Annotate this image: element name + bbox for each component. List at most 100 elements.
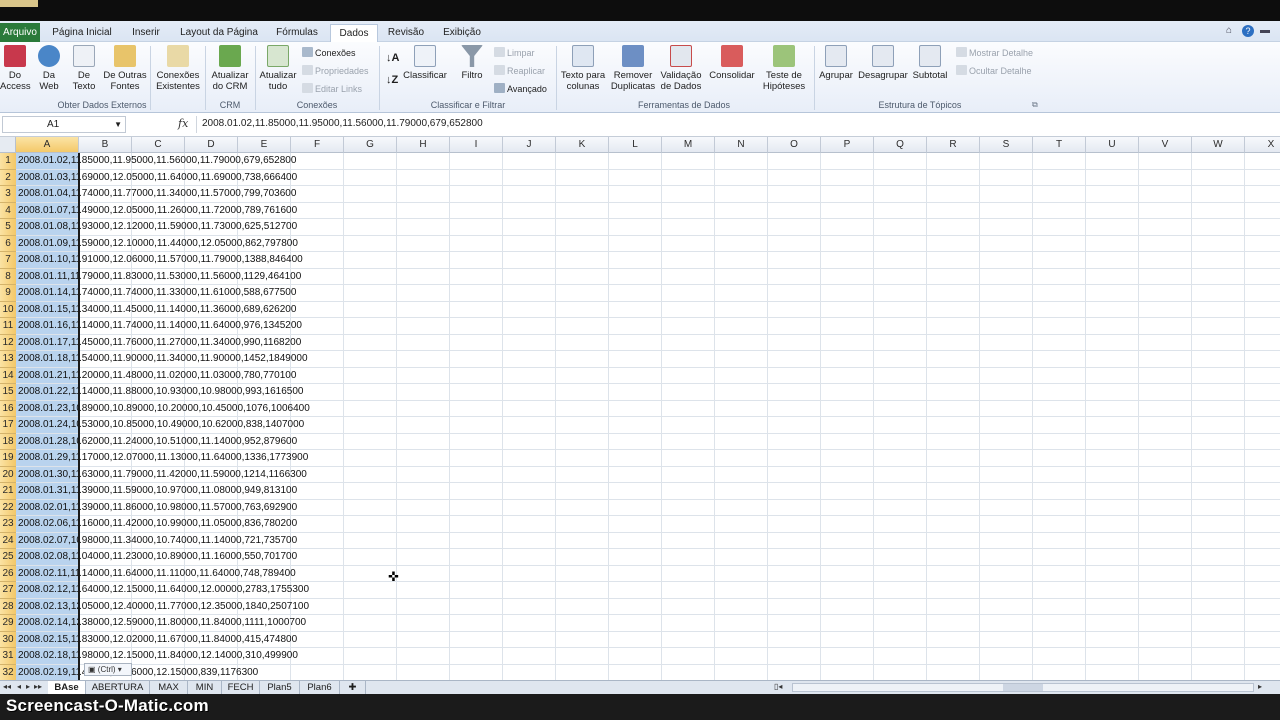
table-row[interactable]: 2008.01.23,10.89000,10.89000,10.20000,10…: [18, 401, 310, 417]
row-header[interactable]: 14: [0, 367, 16, 384]
window-minimize-icon[interactable]: ▬: [1260, 25, 1270, 36]
table-row[interactable]: 2008.01.21,11.20000,11.48000,11.02000,11…: [18, 368, 296, 384]
reapply-button[interactable]: Reaplicar: [494, 65, 545, 76]
update-crm-button[interactable]: Atualizar do CRM: [207, 45, 253, 92]
column-header-r[interactable]: R: [927, 137, 980, 153]
sort-za-icon[interactable]: ↓Z: [386, 74, 398, 86]
tab-inserir[interactable]: Inserir: [124, 24, 168, 42]
column-header-h[interactable]: H: [397, 137, 450, 153]
chevron-down-icon[interactable]: ▼: [114, 117, 122, 132]
column-header-l[interactable]: L: [609, 137, 662, 153]
show-detail-button[interactable]: Mostrar Detalhe: [956, 47, 1033, 58]
row-header[interactable]: 15: [0, 384, 16, 401]
minimize-ribbon-icon[interactable]: ⌂: [1226, 25, 1232, 36]
column-header-q[interactable]: Q: [874, 137, 927, 153]
table-row[interactable]: 2008.01.11,11.79000,11.83000,11.53000,11…: [18, 269, 301, 285]
from-web-button[interactable]: Da Web: [34, 45, 64, 92]
table-row[interactable]: 2008.01.18,11.54000,11.90000,11.34000,11…: [18, 351, 308, 367]
help-icon[interactable]: ?: [1242, 25, 1254, 37]
hide-detail-button[interactable]: Ocultar Detalhe: [956, 65, 1032, 76]
sheet-tab-plan6[interactable]: Plan6: [300, 681, 340, 694]
connections-button[interactable]: Conexões: [302, 47, 356, 58]
row-header[interactable]: 28: [0, 598, 16, 615]
row-header[interactable]: 20: [0, 466, 16, 483]
row-header[interactable]: 5: [0, 219, 16, 236]
tab-exibicao[interactable]: Exibição: [436, 24, 488, 42]
column-header-v[interactable]: V: [1139, 137, 1192, 153]
table-row[interactable]: 2008.02.06,11.16000,11.42000,10.99000,11…: [18, 516, 297, 532]
row-header[interactable]: 2: [0, 169, 16, 186]
from-access-button[interactable]: Do Access: [0, 45, 31, 92]
row-header[interactable]: 13: [0, 351, 16, 368]
next-sheet-icon[interactable]: ▸: [26, 682, 30, 691]
column-header-c[interactable]: C: [132, 137, 185, 153]
table-row[interactable]: 2008.01.28,10.62000,11.24000,10.51000,11…: [18, 434, 297, 450]
column-header-a[interactable]: A: [16, 137, 79, 153]
tab-layout[interactable]: Layout da Página: [174, 24, 264, 42]
column-header-g[interactable]: G: [344, 137, 397, 153]
table-row[interactable]: 2008.01.04,11.74000,11.77000,11.34000,11…: [18, 186, 296, 202]
horizontal-scrollbar[interactable]: [792, 683, 1254, 692]
consolidate-button[interactable]: Consolidar: [706, 45, 758, 81]
sheet-tab-fech[interactable]: FECH: [222, 681, 260, 694]
row-header[interactable]: 21: [0, 483, 16, 500]
refresh-all-button[interactable]: Atualizar tudo: [257, 45, 299, 92]
table-row[interactable]: 2008.02.19,11.40000,11.96000,12.15000,83…: [18, 665, 258, 681]
spreadsheet-grid[interactable]: ABCDEFGHIJKLMNOPQRSTUVWX 1 2 3 4 5 6 7 8 9 10 11 12…: [0, 137, 1280, 680]
table-row[interactable]: 2008.01.31,11.39000,11.59000,10.97000,11…: [18, 483, 297, 499]
table-row[interactable]: 2008.01.16,11.14000,11.74000,11.14000,11…: [18, 318, 302, 334]
group-button[interactable]: Agrupar: [816, 45, 856, 81]
existing-connections-button[interactable]: Conexões Existentes: [154, 45, 202, 92]
tab-file[interactable]: Arquivo: [0, 23, 40, 42]
properties-button[interactable]: Propriedades: [302, 65, 369, 76]
column-header-f[interactable]: F: [291, 137, 344, 153]
table-row[interactable]: 2008.02.12,11.64000,12.15000,11.64000,12…: [18, 582, 309, 598]
first-sheet-icon[interactable]: ◂◂: [3, 682, 11, 691]
table-row[interactable]: 2008.01.10,11.91000,12.06000,11.57000,11…: [18, 252, 303, 268]
table-row[interactable]: 2008.02.01,11.39000,11.86000,10.98000,11…: [18, 500, 297, 516]
row-header[interactable]: 12: [0, 334, 16, 351]
tab-pagina-inicial[interactable]: Página Inicial: [46, 24, 118, 42]
sort-az-icon[interactable]: ↓A: [386, 52, 399, 64]
column-header-s[interactable]: S: [980, 137, 1033, 153]
table-row[interactable]: 2008.01.07,11.49000,12.05000,11.26000,11…: [18, 203, 297, 219]
column-header-e[interactable]: E: [238, 137, 291, 153]
column-header-k[interactable]: K: [556, 137, 609, 153]
sheet-tab-abertura[interactable]: ABERTURA: [86, 681, 150, 694]
paste-options-button[interactable]: ▣ (Ctrl) ▾: [84, 663, 132, 676]
table-row[interactable]: 2008.02.07,10.98000,11.34000,10.74000,11…: [18, 533, 297, 549]
ungroup-button[interactable]: Desagrupar: [856, 45, 910, 81]
column-header-x[interactable]: X: [1245, 137, 1280, 153]
scroll-right-icon[interactable]: ▸: [1258, 682, 1262, 691]
column-header-w[interactable]: W: [1192, 137, 1245, 153]
data-validation-button[interactable]: Validação de Dados: [658, 45, 704, 92]
table-row[interactable]: 2008.01.08,11.93000,12.12000,11.59000,11…: [18, 219, 297, 235]
column-header-d[interactable]: D: [185, 137, 238, 153]
table-row[interactable]: 2008.01.24,10.53000,10.85000,10.49000,10…: [18, 417, 304, 433]
tab-revisao[interactable]: Revisão: [384, 24, 428, 42]
row-header[interactable]: 11: [0, 318, 16, 335]
insert-sheet-icon[interactable]: ✚: [340, 681, 366, 694]
other-sources-button[interactable]: De Outras Fontes: [102, 45, 148, 92]
from-text-button[interactable]: De Texto: [68, 45, 100, 92]
row-header[interactable]: 31: [0, 648, 16, 665]
table-row[interactable]: 2008.01.22,11.14000,11.88000,10.93000,10…: [18, 384, 303, 400]
column-header-m[interactable]: M: [662, 137, 715, 153]
table-row[interactable]: 2008.02.11,11.14000,11.64000,11.11000,11…: [18, 566, 296, 582]
row-header[interactable]: 24: [0, 532, 16, 549]
row-header[interactable]: 22: [0, 499, 16, 516]
column-header-n[interactable]: N: [715, 137, 768, 153]
name-box[interactable]: A1 ▼: [2, 116, 126, 133]
table-row[interactable]: 2008.01.29,11.17000,12.07000,11.13000,11…: [18, 450, 308, 466]
table-row[interactable]: 2008.01.17,11.45000,11.76000,11.27000,11…: [18, 335, 301, 351]
row-header[interactable]: 3: [0, 186, 16, 203]
what-if-button[interactable]: Teste de Hipóteses: [758, 45, 810, 92]
fx-icon[interactable]: fx: [178, 117, 188, 130]
row-header[interactable]: 9: [0, 285, 16, 302]
row-header[interactable]: 1: [0, 153, 16, 170]
clear-filter-button[interactable]: Limpar: [494, 47, 535, 58]
advanced-filter-button[interactable]: Avançado: [494, 83, 547, 94]
prev-sheet-icon[interactable]: ◂: [17, 682, 21, 691]
formula-input[interactable]: 2008.01.02,11.85000,11.95000,11.56000,11…: [196, 116, 1278, 133]
row-header[interactable]: 27: [0, 582, 16, 599]
